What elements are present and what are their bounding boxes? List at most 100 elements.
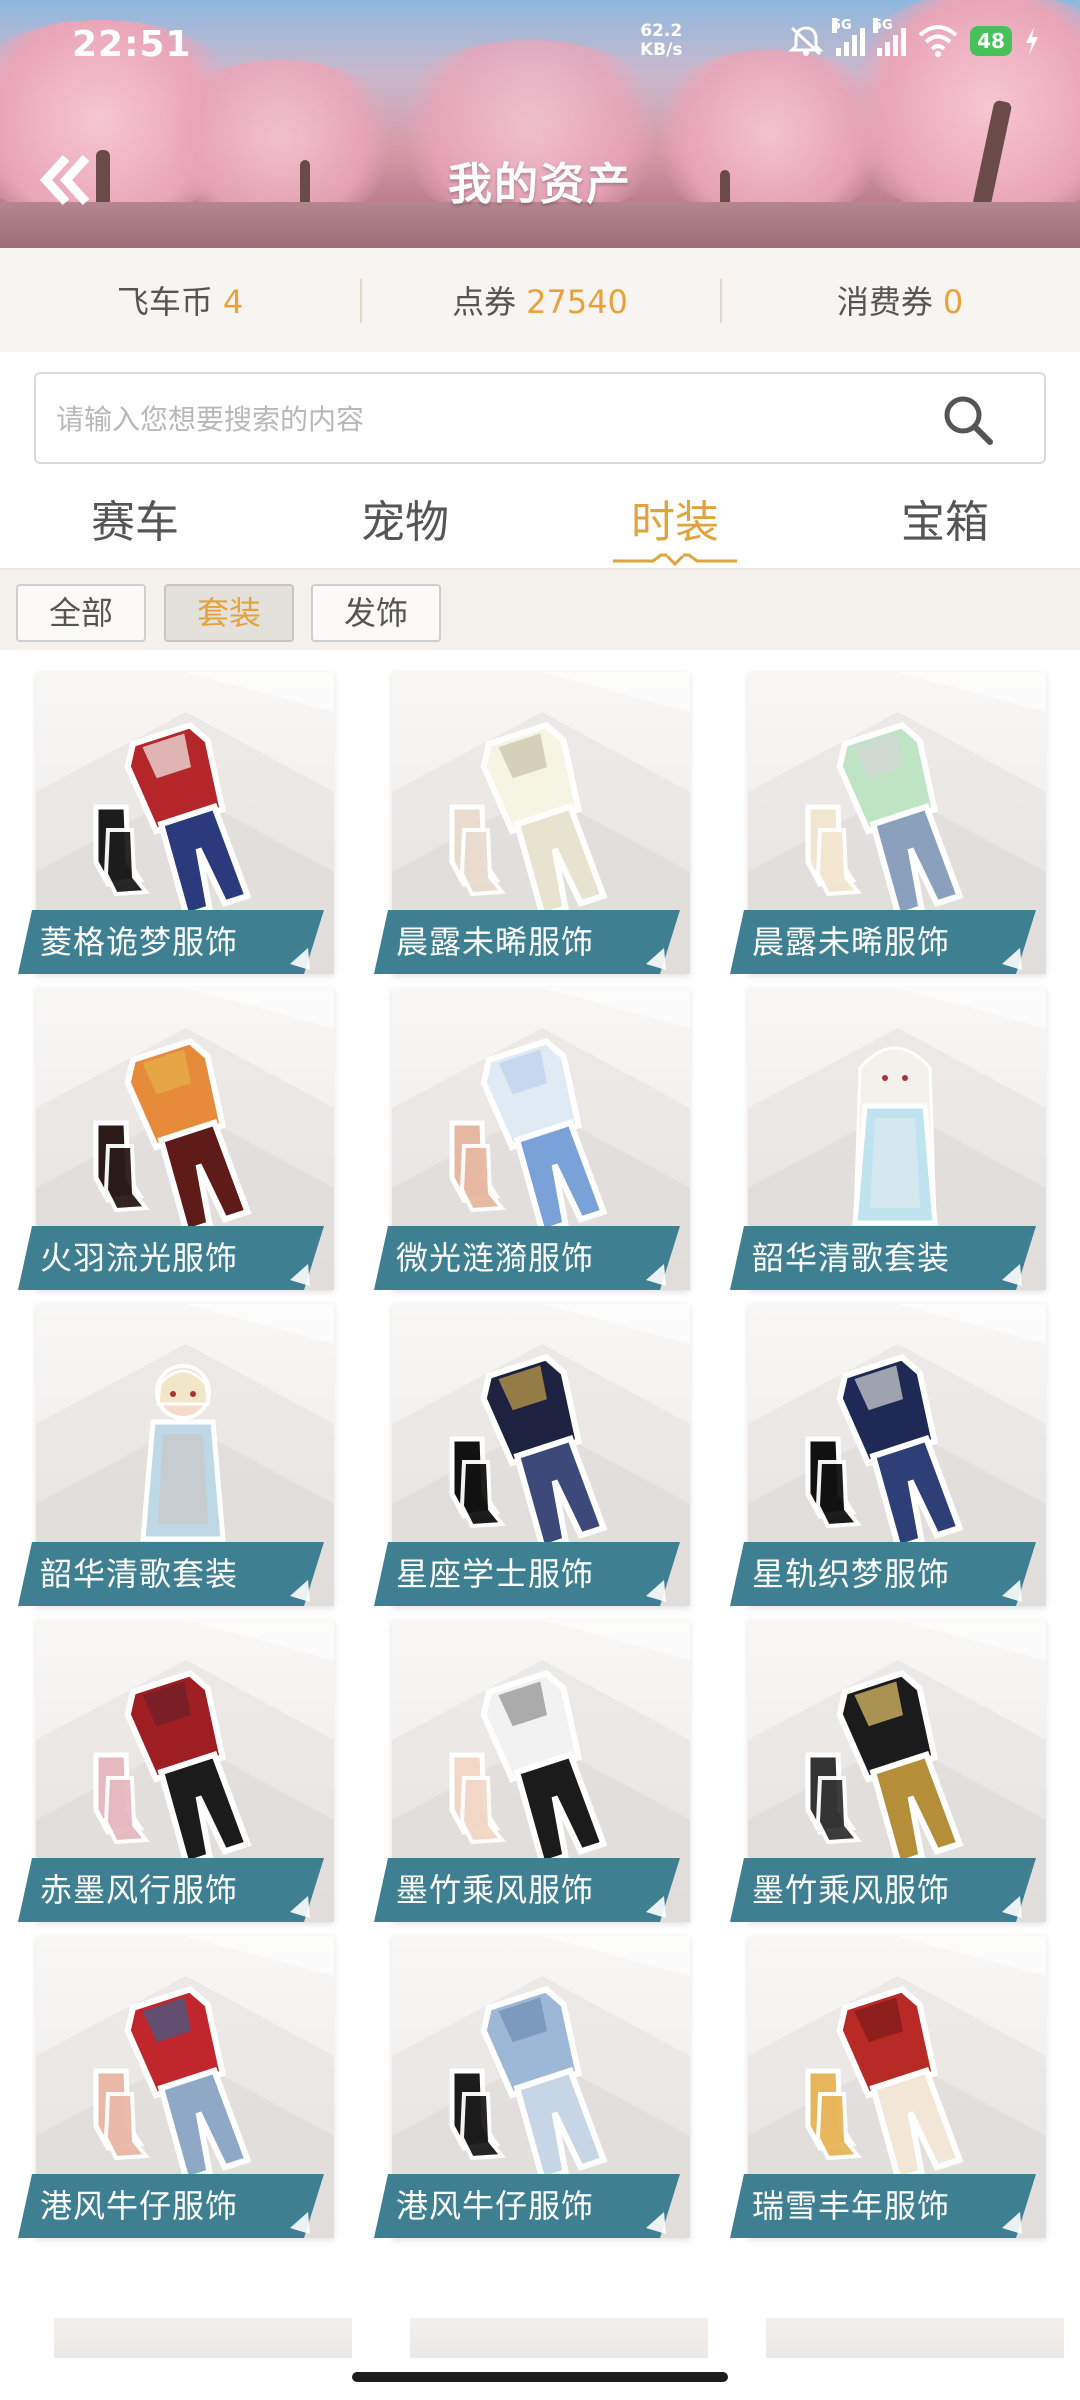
outfit-red-qipao-icon: [805, 1985, 964, 2184]
item-card[interactable]: 微光涟漪服饰: [374, 988, 692, 1303]
battery-icon: 48: [970, 26, 1012, 56]
character-girl-icon: [852, 1046, 938, 1226]
category-tabs: 赛车 宠物 时装 宝箱: [0, 476, 1080, 568]
balance-value: 4: [222, 283, 244, 321]
item-name-label: 火羽流光服饰: [18, 1226, 336, 1290]
item-name-label: 韶华清歌套装: [18, 1542, 336, 1606]
item-name: 墨竹乘风服饰: [396, 1871, 595, 1909]
tab-label: 宝箱: [901, 497, 989, 548]
balance-value: 0: [942, 283, 964, 321]
item-name-label: 微光涟漪服饰: [374, 1226, 692, 1290]
item-card[interactable]: 火羽流光服饰: [18, 988, 336, 1303]
item-name-label: 菱格诡梦服饰: [18, 910, 336, 974]
search-icon[interactable]: [940, 392, 996, 448]
tab-pets[interactable]: 宠物: [270, 476, 540, 568]
item-card[interactable]: 韶华清歌套装: [18, 1304, 336, 1619]
balance-points: 点券 27540: [360, 277, 720, 323]
item-name-label: 港风牛仔服饰: [374, 2174, 692, 2238]
item-card[interactable]: 墨竹乘风服饰: [374, 1620, 692, 1935]
outfit-red-black-icon: [93, 1669, 252, 1868]
item-name: 晨露未晞服饰: [396, 923, 595, 961]
item-name: 瑞雪丰年服饰: [752, 2187, 951, 2225]
signal-sim2-icon: 5G: [873, 18, 906, 56]
page-title: 我的资产: [448, 159, 632, 210]
outfit-denim-icon: [449, 1985, 608, 2184]
item-card[interactable]: 晨露未晞服饰: [730, 672, 1048, 987]
item-name-label: 韶华清歌套装: [730, 1226, 1048, 1290]
item-card[interactable]: 韶华清歌套装: [730, 988, 1048, 1303]
outfit-white-dress-icon: [449, 721, 608, 920]
outfit-white-black-icon: [449, 1669, 608, 1868]
item-name: 微光涟漪服饰: [396, 1239, 595, 1277]
item-card[interactable]: 赤墨风行服饰: [18, 1620, 336, 1935]
tab-cars[interactable]: 赛车: [0, 476, 270, 568]
item-name: 火羽流光服饰: [40, 1239, 239, 1277]
character-boy-icon: [140, 1364, 226, 1542]
item-name: 晨露未晞服饰: [752, 923, 951, 961]
charging-bolt-icon: [1026, 27, 1038, 55]
item-card[interactable]: 星座学士服饰: [374, 1304, 692, 1619]
item-name: 韶华清歌套装: [752, 1239, 951, 1277]
tab-label: 时装: [631, 497, 719, 548]
outfit-green-sweater-icon: [805, 721, 964, 920]
search-box: [34, 372, 1046, 464]
wifi-icon: [918, 25, 958, 57]
item-name: 韶华清歌套装: [40, 1555, 239, 1593]
outfit-black-gold-icon: [805, 1669, 964, 1868]
filter-all[interactable]: 全部: [16, 584, 146, 642]
bell-muted-icon: [788, 26, 824, 56]
search-input[interactable]: [56, 394, 936, 444]
subfilter-bar: 全部 套装 发饰: [0, 570, 1080, 650]
item-name-label: 星座学士服饰: [374, 1542, 692, 1606]
item-name-label: 赤墨风行服饰: [18, 1858, 336, 1922]
filter-hair-accessories[interactable]: 发饰: [311, 584, 441, 642]
network-speed-unit: KB/s: [640, 40, 683, 60]
active-tab-indicator: [613, 553, 737, 566]
item-card[interactable]: 瑞雪丰年服饰: [730, 1936, 1048, 2251]
item-grid: 菱格诡梦服饰 晨露未晞服饰 晨露未晞服饰 火羽流光服饰 微光涟漪服饰 韶华清歌套…: [0, 650, 1080, 2400]
item-name: 星轨织梦服饰: [752, 1555, 951, 1593]
tab-fashion[interactable]: 时装: [540, 476, 810, 568]
item-name-label: 墨竹乘风服饰: [730, 1858, 1048, 1922]
item-card[interactable]: 港风牛仔服饰: [18, 1936, 336, 2251]
outfit-red-blue-icon: [93, 721, 252, 920]
tab-label: 赛车: [91, 497, 179, 548]
item-name: 赤墨风行服饰: [40, 1871, 239, 1909]
status-bar: 22:51 62.2 KB/s 5G 5G 48: [0, 0, 1080, 92]
header-banner: 22:51 62.2 KB/s 5G 5G 48 我的资产: [0, 0, 1080, 248]
outfit-light-blue-icon: [449, 1037, 608, 1236]
balance-feiche-coin: 飞车币 4: [0, 277, 360, 323]
item-name: 星座学士服饰: [396, 1555, 595, 1593]
status-time: 22:51: [72, 24, 192, 65]
balance-coupons: 消费券 0: [720, 277, 1080, 323]
signal-sim1-icon: 5G: [832, 18, 865, 56]
item-name: 墨竹乘风服饰: [752, 1871, 951, 1909]
item-card[interactable]: 晨露未晞服饰: [374, 672, 692, 987]
balance-bar: 飞车币 4 点券 27540 消费券 0: [0, 248, 1080, 352]
tab-chests[interactable]: 宝箱: [810, 476, 1080, 568]
sim2-network-type: 5G: [873, 18, 893, 33]
balance-label: 飞车币: [116, 283, 213, 321]
filter-suits[interactable]: 套装: [164, 584, 294, 642]
balance-label: 点券: [452, 283, 517, 321]
item-name-label: 瑞雪丰年服饰: [730, 2174, 1048, 2238]
item-card[interactable]: 星轨织梦服饰: [730, 1304, 1048, 1619]
outfit-navy-cloak-icon: [449, 1353, 608, 1552]
item-card[interactable]: 港风牛仔服饰: [374, 1936, 692, 2251]
outfit-red-denim-icon: [93, 1985, 252, 2184]
sim1-network-type: 5G: [832, 18, 852, 33]
home-indicator: [352, 2372, 728, 2382]
item-name-label: 墨竹乘风服饰: [374, 1858, 692, 1922]
item-name: 港风牛仔服饰: [396, 2187, 595, 2225]
item-card[interactable]: 墨竹乘风服饰: [730, 1620, 1048, 1935]
tab-label: 宠物: [361, 497, 449, 548]
item-name-label: 星轨织梦服饰: [730, 1542, 1048, 1606]
outfit-fire-icon: [93, 1037, 252, 1236]
item-name-label: 晨露未晞服饰: [730, 910, 1048, 974]
item-name-label: 晨露未晞服饰: [374, 910, 692, 974]
item-name: 菱格诡梦服饰: [40, 923, 239, 961]
network-speed: 62.2 KB/s: [640, 22, 682, 60]
item-card[interactable]: 菱格诡梦服饰: [18, 672, 336, 987]
item-name: 港风牛仔服饰: [40, 2187, 239, 2225]
item-name-label: 港风牛仔服饰: [18, 2174, 336, 2238]
